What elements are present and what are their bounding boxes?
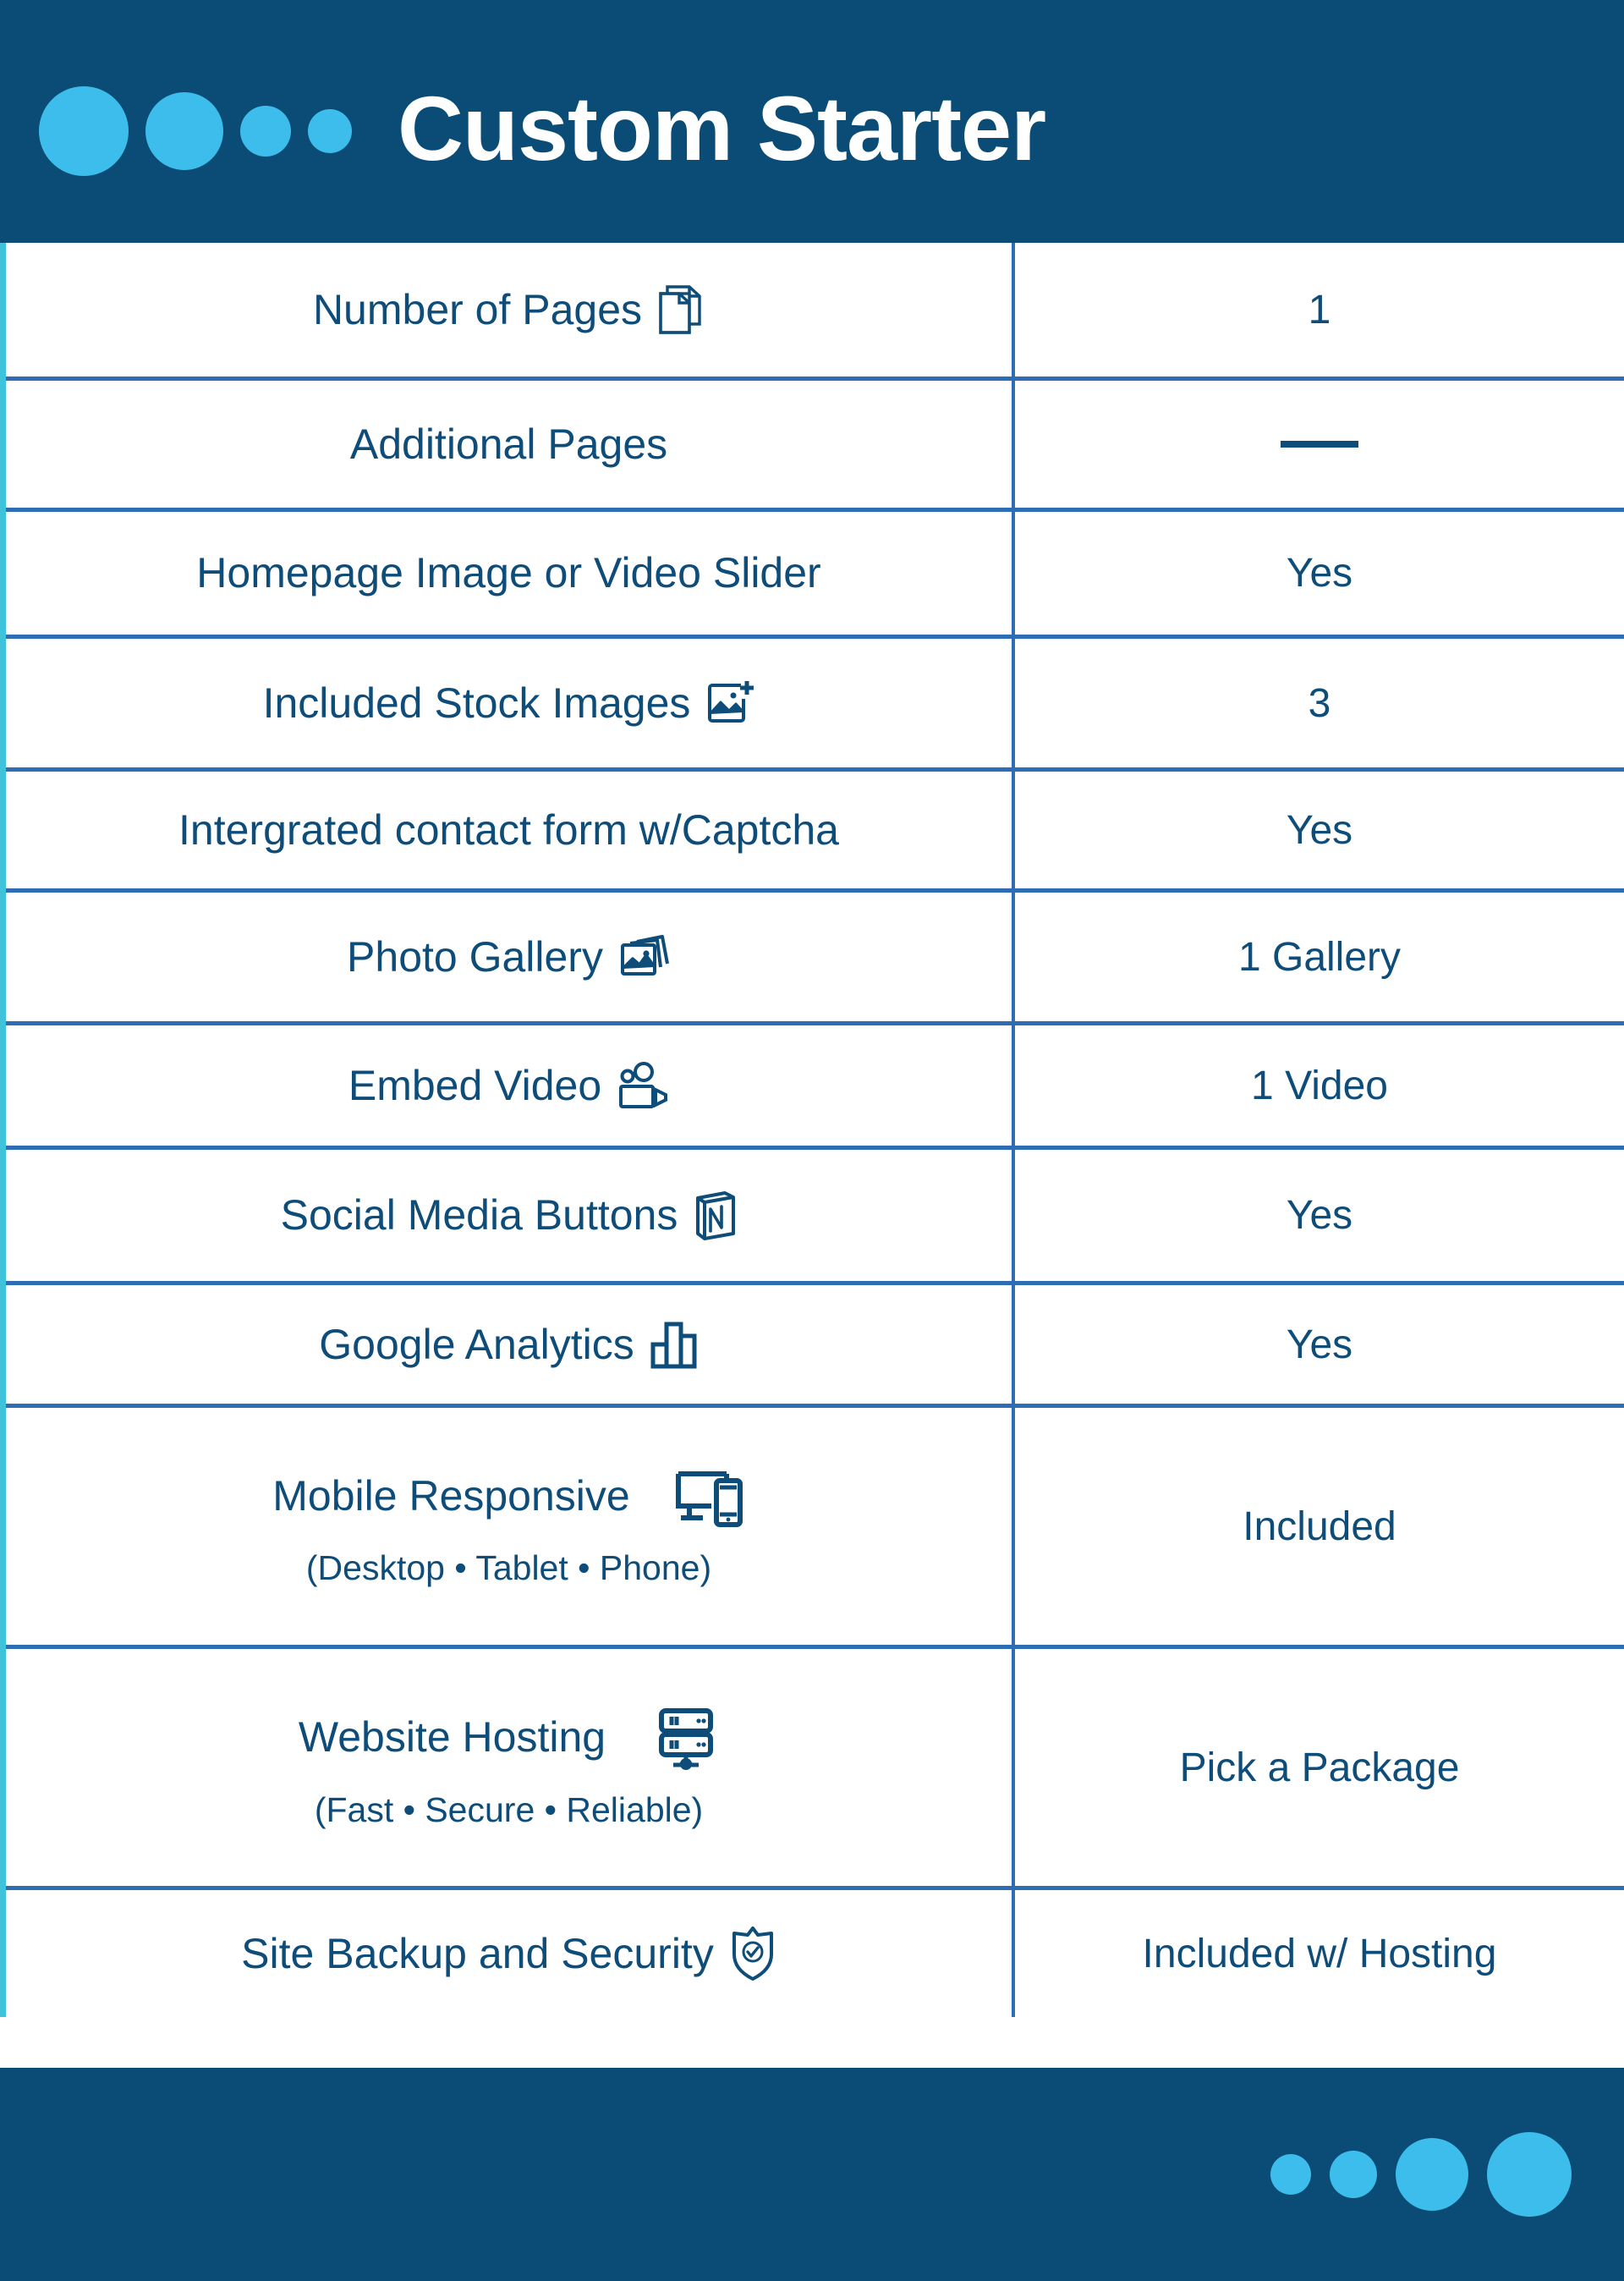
feature-value-cell: 1 — [1015, 243, 1624, 377]
footer-dot-xsmall — [1270, 2154, 1311, 2195]
feature-value: 1 Gallery — [1237, 934, 1402, 980]
add-image-icon — [705, 679, 754, 728]
feature-value-cell: 1 Gallery — [1015, 893, 1624, 1021]
table-row: Social Media Buttons Yes — [6, 1150, 1624, 1285]
feature-value-cell: Yes — [1015, 772, 1624, 888]
shield-check-icon — [729, 1926, 776, 1981]
table-row: Photo Gallery 1 Gallery — [6, 893, 1624, 1025]
feature-label-cell: Social Media Buttons — [6, 1150, 1015, 1281]
feature-value: Included — [1243, 1503, 1396, 1549]
feature-value: 3 — [1308, 680, 1331, 726]
feature-value: Yes — [1286, 1193, 1353, 1238]
feature-value: Included w/ Hosting — [1142, 1931, 1497, 1976]
feature-value-cell: Included w/ Hosting — [1015, 1890, 1624, 2017]
feature-value: Yes — [1286, 807, 1353, 853]
header-dots-decoration — [39, 85, 352, 176]
table-row: Intergrated contact form w/Captcha Yes — [6, 772, 1624, 893]
feature-label-cell: Site Backup and Security — [6, 1890, 1015, 2017]
table-row: Homepage Image or Video Slider Yes — [6, 512, 1624, 639]
feature-value: Yes — [1286, 551, 1353, 596]
header-dot-xsmall — [308, 108, 352, 153]
feature-value-cell: Pick a Package — [1015, 1649, 1624, 1886]
feature-value-cell: Yes — [1015, 512, 1624, 635]
feature-sublabel: (Fast • Secure • Reliable) — [314, 1789, 704, 1829]
feature-value: Yes — [1286, 1322, 1353, 1367]
table-row: Number of Pages 1 — [6, 243, 1624, 381]
bar-chart-icon — [650, 1319, 699, 1370]
table-row: Included Stock Images 3 — [6, 639, 1624, 772]
header-dot-large — [39, 85, 129, 176]
feature-value: 1 Video — [1251, 1063, 1388, 1108]
feature-label: Embed Video — [348, 1061, 602, 1109]
page-title: Custom Starter — [398, 77, 1046, 179]
feature-label: Site Backup and Security — [241, 1929, 714, 1977]
feature-label-cell: Homepage Image or Video Slider — [6, 512, 1015, 635]
feature-label-cell: Number of Pages — [6, 243, 1015, 377]
feature-label: Additional Pages — [349, 420, 668, 468]
feature-label: Google Analytics — [319, 1320, 634, 1368]
table-row: Site Backup and Security Included w/ Hos… — [6, 1890, 1624, 2017]
feature-value-cell: 3 — [1015, 639, 1624, 767]
feature-label: Included Stock Images — [262, 679, 691, 727]
social-box-icon — [693, 1190, 737, 1242]
feature-label: Number of Pages — [312, 285, 643, 333]
photo-gallery-icon — [618, 933, 671, 981]
footer-dot-large — [1487, 2132, 1572, 2217]
feature-value: Pick a Package — [1179, 1745, 1460, 1790]
feature-value: 1 — [1308, 287, 1331, 333]
em-dash-value — [1281, 441, 1358, 448]
feature-label: Homepage Image or Video Slider — [196, 549, 821, 597]
feature-value-cell: Yes — [1015, 1150, 1624, 1281]
feature-label: Intergrated contact form w/Captcha — [178, 805, 839, 854]
table-row: Additional Pages — [6, 381, 1624, 512]
feature-sublabel: (Desktop • Tablet • Phone) — [305, 1547, 712, 1587]
feature-label: Website Hosting — [298, 1713, 606, 1762]
feature-value-cell: Included — [1015, 1408, 1624, 1645]
feature-label-cell: Embed Video — [6, 1025, 1015, 1146]
feature-label-cell: Additional Pages — [6, 381, 1015, 508]
feature-label: Photo Gallery — [347, 932, 603, 981]
feature-label-cell: Website Hosting (Fast • Secure • Reliabl… — [6, 1649, 1015, 1886]
footer-dot-medium — [1396, 2138, 1468, 2211]
header-dot-small — [240, 105, 291, 157]
feature-label-cell: Google Analytics — [6, 1285, 1015, 1404]
table-row: Website Hosting (Fast • Secure • Reliabl… — [6, 1649, 1624, 1890]
header-dot-medium — [145, 91, 223, 170]
table-row: Google Analytics Yes — [6, 1285, 1624, 1408]
video-camera-icon — [617, 1061, 669, 1110]
feature-value-cell: Yes — [1015, 1285, 1624, 1404]
feature-label: Social Media Buttons — [280, 1191, 678, 1239]
footer-banner — [0, 2068, 1624, 2281]
footer-dots-decoration — [1270, 2132, 1572, 2217]
feature-label: Mobile Responsive — [272, 1472, 630, 1520]
feature-value-cell — [1015, 381, 1624, 508]
feature-label-cell: Intergrated contact form w/Captcha — [6, 772, 1015, 888]
devices-icon — [674, 1465, 745, 1528]
feature-label-cell: Photo Gallery — [6, 893, 1015, 1021]
feature-value-cell: 1 Video — [1015, 1025, 1624, 1146]
table-row: Embed Video 1 Video — [6, 1025, 1624, 1150]
feature-label-cell: Included Stock Images — [6, 639, 1015, 767]
server-icon — [655, 1706, 719, 1770]
pages-icon — [657, 283, 705, 336]
header-banner: Custom Starter — [0, 0, 1624, 243]
pricing-feature-table: Custom Starter Number of Pages 1 Additio… — [0, 0, 1624, 2281]
feature-table: Number of Pages 1 Additional Pages Homep… — [0, 243, 1624, 2017]
table-row: Mobile Responsive (Desktop • Tablet • Ph… — [6, 1408, 1624, 1649]
footer-dot-small — [1330, 2151, 1377, 2198]
feature-label-cell: Mobile Responsive (Desktop • Tablet • Ph… — [6, 1408, 1015, 1645]
